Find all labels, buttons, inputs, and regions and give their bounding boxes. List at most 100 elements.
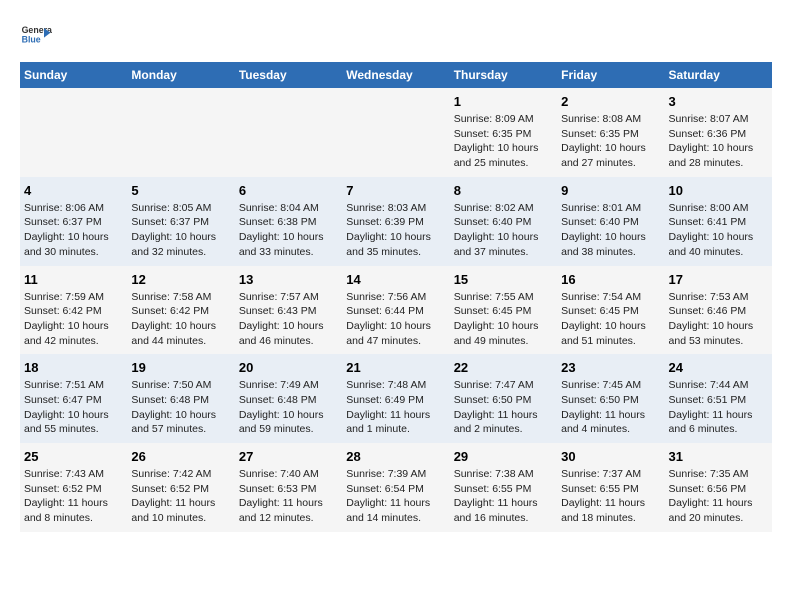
day-info-text: Sunrise: 8:07 AM	[669, 112, 768, 127]
day-info-text: and 28 minutes.	[669, 156, 768, 171]
day-info-text: Sunrise: 7:44 AM	[669, 378, 768, 393]
day-info-text: Daylight: 10 hours	[561, 230, 660, 245]
day-number: 28	[346, 449, 445, 464]
day-info-text: Daylight: 10 hours	[669, 141, 768, 156]
day-info-text: and 30 minutes.	[24, 245, 123, 260]
day-info-text: Sunset: 6:56 PM	[669, 482, 768, 497]
header-saturday: Saturday	[665, 62, 772, 88]
calendar-cell: 5Sunrise: 8:05 AMSunset: 6:37 PMDaylight…	[127, 177, 234, 266]
day-info-text: Sunset: 6:36 PM	[669, 127, 768, 142]
calendar-cell: 14Sunrise: 7:56 AMSunset: 6:44 PMDayligh…	[342, 266, 449, 355]
day-number: 12	[131, 272, 230, 287]
day-info-text: and 47 minutes.	[346, 334, 445, 349]
header-monday: Monday	[127, 62, 234, 88]
day-info-text: Sunset: 6:48 PM	[131, 393, 230, 408]
day-info-text: Sunrise: 7:39 AM	[346, 467, 445, 482]
day-info-text: Sunrise: 8:05 AM	[131, 201, 230, 216]
calendar-cell: 3 Sunrise: 8:07 AMSunset: 6:36 PMDaylight…	[665, 88, 772, 177]
day-info-text: Sunset: 6:38 PM	[239, 215, 338, 230]
day-number: 7	[346, 183, 445, 198]
day-info-text: and 38 minutes.	[561, 245, 660, 260]
day-info-text: Daylight: 11 hours	[346, 408, 445, 423]
day-info-text: Sunrise: 7:38 AM	[454, 467, 553, 482]
day-number: 13	[239, 272, 338, 287]
day-info-text: Sunset: 6:50 PM	[561, 393, 660, 408]
calendar-cell: 21Sunrise: 7:48 AMSunset: 6:49 PMDayligh…	[342, 354, 449, 443]
day-number: 19	[131, 360, 230, 375]
day-number: 1	[454, 94, 553, 109]
day-info-text: Sunrise: 8:09 AM	[454, 112, 553, 127]
day-info-text: Sunrise: 8:00 AM	[669, 201, 768, 216]
day-info-text: Sunrise: 8:03 AM	[346, 201, 445, 216]
calendar-cell	[235, 88, 342, 177]
day-info-text: Sunrise: 7:50 AM	[131, 378, 230, 393]
day-number: 25	[24, 449, 123, 464]
day-info-text: Sunset: 6:40 PM	[454, 215, 553, 230]
day-info-text: Sunrise: 8:04 AM	[239, 201, 338, 216]
day-info-text: Sunset: 6:48 PM	[239, 393, 338, 408]
calendar-week-row: 25 Sunrise: 7:43 AMSunset: 6:52 PM Dayligh…	[20, 443, 772, 532]
day-number: 16	[561, 272, 660, 287]
day-info-text: Daylight: 11 hours	[561, 496, 660, 511]
day-number: 29	[454, 449, 553, 464]
day-info-text: Sunrise: 7:59 AM	[24, 290, 123, 305]
calendar-cell: 26Sunrise: 7:42 AMSunset: 6:52 PMDayligh…	[127, 443, 234, 532]
day-info-text: Sunset: 6:45 PM	[454, 304, 553, 319]
calendar-cell: 22Sunrise: 7:47 AMSunset: 6:50 PMDayligh…	[450, 354, 557, 443]
day-info-text: and 59 minutes.	[239, 422, 338, 437]
day-info-text: Daylight: 11 hours	[239, 496, 338, 511]
day-info-text: Daylight: 11 hours	[669, 496, 768, 511]
day-info-text: Sunset: 6:46 PM	[669, 304, 768, 319]
calendar-week-row: 18Sunrise: 7:51 AMSunset: 6:47 PMDayligh…	[20, 354, 772, 443]
day-info-text: Sunrise: 7:43 AM	[24, 467, 123, 482]
calendar-week-row: 1Sunrise: 8:09 AMSunset: 6:35 PMDaylight…	[20, 88, 772, 177]
day-info-text: Sunrise: 7:51 AM	[24, 378, 123, 393]
calendar-cell: 8Sunrise: 8:02 AMSunset: 6:40 PMDaylight…	[450, 177, 557, 266]
day-info-text: Daylight: 10 hours	[239, 230, 338, 245]
day-info-text: and 32 minutes.	[131, 245, 230, 260]
day-info-text: Sunset: 6:54 PM	[346, 482, 445, 497]
day-info-text: Daylight: 10 hours	[131, 230, 230, 245]
day-info-text: Daylight: 10 hours	[24, 230, 123, 245]
day-info-text: Sunrise: 7:42 AM	[131, 467, 230, 482]
day-number: 5	[131, 183, 230, 198]
day-info-text: Sunset: 6:35 PM	[561, 127, 660, 142]
day-info-text: Sunrise: 8:01 AM	[561, 201, 660, 216]
day-info-text: Daylight: 11 hours	[454, 496, 553, 511]
day-info-text: Daylight: 11 hours	[669, 408, 768, 423]
calendar-cell: 11Sunrise: 7:59 AMSunset: 6:42 PMDayligh…	[20, 266, 127, 355]
day-info-text: Sunrise: 7:54 AM	[561, 290, 660, 305]
day-number: 10	[669, 183, 768, 198]
calendar-cell: 10Sunrise: 8:00 AMSunset: 6:41 PMDayligh…	[665, 177, 772, 266]
day-info-text: Sunset: 6:44 PM	[346, 304, 445, 319]
day-info-text: Sunrise: 7:35 AM	[669, 467, 768, 482]
calendar-cell: 1Sunrise: 8:09 AMSunset: 6:35 PMDaylight…	[450, 88, 557, 177]
day-info-text: Daylight: 10 hours	[131, 408, 230, 423]
day-info-text: Sunset: 6:55 PM	[561, 482, 660, 497]
day-info-text: Sunset: 6:35 PM	[454, 127, 553, 142]
day-info-text: and 57 minutes.	[131, 422, 230, 437]
day-number: 30	[561, 449, 660, 464]
calendar-cell: 6Sunrise: 8:04 AMSunset: 6:38 PMDaylight…	[235, 177, 342, 266]
calendar-cell: 7Sunrise: 8:03 AMSunset: 6:39 PMDaylight…	[342, 177, 449, 266]
day-info-text: Daylight: 10 hours	[669, 319, 768, 334]
day-info-text: and 46 minutes.	[239, 334, 338, 349]
day-info-text: Sunset: 6:49 PM	[346, 393, 445, 408]
day-info-text: Sunrise: 7:49 AM	[239, 378, 338, 393]
day-info-text: Sunrise: 7:45 AM	[561, 378, 660, 393]
calendar-cell: 27Sunrise: 7:40 AMSunset: 6:53 PMDayligh…	[235, 443, 342, 532]
day-info-text: and 1 minute.	[346, 422, 445, 437]
day-info-text: Sunrise: 8:06 AM	[24, 201, 123, 216]
day-info-text: and 25 minutes.	[454, 156, 553, 171]
calendar-cell: 2Sunrise: 8:08 AMSunset: 6:35 PMDaylight…	[557, 88, 664, 177]
day-info-text: and 37 minutes.	[454, 245, 553, 260]
day-number: 14	[346, 272, 445, 287]
day-number: 3	[669, 94, 768, 109]
day-info-text: Sunrise: 7:56 AM	[346, 290, 445, 305]
calendar-cell: 20Sunrise: 7:49 AMSunset: 6:48 PMDayligh…	[235, 354, 342, 443]
day-info-text: Sunrise: 8:02 AM	[454, 201, 553, 216]
day-info-text: and 40 minutes.	[669, 245, 768, 260]
calendar-cell: 15Sunrise: 7:55 AMSunset: 6:45 PMDayligh…	[450, 266, 557, 355]
day-info-text: and 27 minutes.	[561, 156, 660, 171]
day-info-text: Sunset: 6:52 PM	[24, 482, 123, 497]
